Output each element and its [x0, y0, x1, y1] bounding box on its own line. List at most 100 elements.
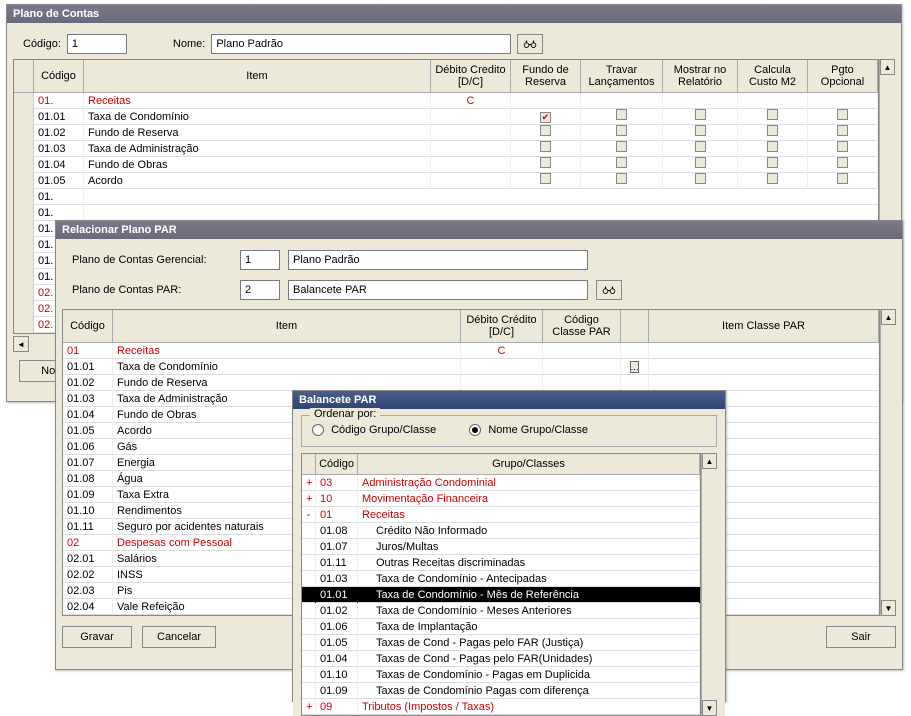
table-row[interactable]: +10Movimentação Financeira	[302, 491, 700, 507]
table-row[interactable]: 01.	[14, 205, 878, 221]
table-row[interactable]: 01.04Fundo de Obras	[14, 157, 878, 173]
expand-toggle	[302, 619, 316, 635]
table-row[interactable]: 01.04Taxas de Cond - Pagas pelo FAR(Unid…	[302, 651, 700, 667]
checkbox-calcula[interactable]	[767, 109, 778, 120]
titlebar-plano-de-contas[interactable]: Plano de Contas	[7, 5, 901, 23]
lookup-button[interactable]: ...	[630, 361, 640, 373]
checkbox-mostrar[interactable]	[695, 109, 706, 120]
table-row[interactable]: 01.08Crédito Não Informado	[302, 523, 700, 539]
table-row[interactable]: 01.07Juros/Multas	[302, 539, 700, 555]
col-trv[interactable]: Travar Lançamentos	[581, 60, 663, 92]
checkbox-calcula[interactable]	[767, 141, 778, 152]
pcp-code-input[interactable]	[240, 280, 280, 300]
expand-toggle[interactable]: -	[302, 507, 316, 523]
col-codigo[interactable]: Código	[34, 60, 84, 92]
table-row[interactable]: 01.	[14, 189, 878, 205]
table-row[interactable]: 01.11Outras Receitas discriminadas	[302, 555, 700, 571]
table-row[interactable]: 01.10Taxas de Condomínio - Pagas em Dupl…	[302, 667, 700, 683]
table-row[interactable]: 01.02Fundo de Reserva	[14, 125, 878, 141]
vertical-scrollbar[interactable]: ▲ ▼	[880, 309, 896, 616]
checkbox-pgto[interactable]	[837, 157, 848, 168]
col-pgt[interactable]: Pgto Opcional	[808, 60, 878, 92]
table-row[interactable]: 01.05Taxas de Cond - Pagas pelo FAR (Jus…	[302, 635, 700, 651]
col-grupo[interactable]: Grupo/Classes	[358, 454, 700, 474]
titlebar-relacionar[interactable]: Relacionar Plano PAR	[56, 221, 902, 239]
checkbox-travar[interactable]	[616, 125, 627, 136]
checkbox-travar[interactable]	[616, 157, 627, 168]
col-dc[interactable]: Débito Crédito [D/C]	[461, 310, 543, 342]
checkbox-travar[interactable]	[616, 141, 627, 152]
titlebar-balancete[interactable]: Balancete PAR	[293, 391, 725, 409]
sair-button[interactable]: Sair	[826, 626, 896, 648]
checkbox-fundo-reserva[interactable]	[540, 112, 551, 123]
cell-codigo: 10	[316, 491, 358, 507]
table-row[interactable]: 01.ReceitasC	[14, 93, 878, 109]
checkbox-pgto[interactable]	[837, 173, 848, 184]
checkbox-fundo-reserva[interactable]	[540, 157, 551, 168]
table-row[interactable]: 01.01Taxa de Condomínio	[14, 109, 878, 125]
col-mst[interactable]: Mostrar no Relatório	[663, 60, 738, 92]
col-dc[interactable]: Débito Credito [D/C]	[431, 60, 511, 92]
checkbox-fundo-reserva[interactable]	[540, 141, 551, 152]
pcp-name-input[interactable]	[288, 280, 588, 300]
table-row[interactable]: 01ReceitasC	[63, 343, 879, 359]
scroll-up-button[interactable]: ▲	[881, 309, 896, 325]
table-row[interactable]: 01.01Taxa de Condomínio - Mês de Referên…	[302, 587, 700, 603]
expand-toggle[interactable]: +	[302, 491, 316, 507]
table-row[interactable]: 01.03Taxa de Condomínio - Antecipadas	[302, 571, 700, 587]
search-button[interactable]	[517, 34, 543, 54]
cell-codigo: 01.06	[316, 619, 358, 635]
cancelar-button[interactable]: Cancelar	[142, 626, 216, 648]
checkbox-mostrar[interactable]	[695, 173, 706, 184]
pcg-name-input[interactable]	[288, 250, 588, 270]
vertical-scrollbar[interactable]: ▲ ▼	[701, 453, 717, 716]
checkbox-fundo-reserva[interactable]	[540, 125, 551, 136]
col-codigo[interactable]: Código	[63, 310, 113, 342]
radio-codigo[interactable]	[312, 424, 324, 436]
col-cal[interactable]: Calcula Custo M2	[738, 60, 808, 92]
checkbox-travar[interactable]	[616, 173, 627, 184]
scroll-down-button[interactable]: ▼	[881, 600, 896, 616]
table-row[interactable]: 01.02Taxa de Condomínio - Meses Anterior…	[302, 603, 700, 619]
col-codigo-classe[interactable]: Código Classe PAR	[543, 310, 621, 342]
table-row[interactable]: 01.03Taxa de Administração	[14, 141, 878, 157]
checkbox-calcula[interactable]	[767, 125, 778, 136]
col-codigo[interactable]: Código	[316, 454, 358, 474]
radio-nome[interactable]	[469, 424, 481, 436]
table-row[interactable]: 01.06Taxa de Implantação	[302, 619, 700, 635]
table-row[interactable]: 01.05Acordo	[14, 173, 878, 189]
cell-codigo: 01.07	[316, 539, 358, 555]
col-item[interactable]: Item	[84, 60, 431, 92]
col-item-classe[interactable]: Item Classe PAR	[649, 310, 879, 342]
checkbox-pgto[interactable]	[837, 141, 848, 152]
table-row[interactable]: 01.02Fundo de Reserva	[63, 375, 879, 391]
scroll-up-button[interactable]: ▲	[702, 453, 717, 469]
search-button-par[interactable]	[596, 280, 622, 300]
checkbox-pgto[interactable]	[837, 109, 848, 120]
checkbox-mostrar[interactable]	[695, 141, 706, 152]
scroll-up-button[interactable]: ▲	[880, 59, 895, 75]
table-row[interactable]: 01.09Taxas de Condomínio Pagas com difer…	[302, 683, 700, 699]
gravar-button[interactable]: Gravar	[62, 626, 132, 648]
checkbox-travar[interactable]	[616, 109, 627, 120]
checkbox-pgto[interactable]	[837, 125, 848, 136]
table-row[interactable]: -01Receitas	[302, 507, 700, 523]
scroll-down-button[interactable]: ▼	[702, 700, 717, 716]
expand-toggle[interactable]: +	[302, 475, 316, 491]
pcg-code-input[interactable]	[240, 250, 280, 270]
table-row[interactable]: 01.01Taxa de Condomínio...	[63, 359, 879, 375]
checkbox-mostrar[interactable]	[695, 125, 706, 136]
table-row[interactable]: +09Tributos (Impostos / Taxas)	[302, 699, 700, 715]
radio-nome-label[interactable]: Nome Grupo/Classe	[469, 424, 588, 436]
checkbox-fundo-reserva[interactable]	[540, 173, 551, 184]
radio-codigo-label[interactable]: Código Grupo/Classe	[312, 424, 439, 436]
checkbox-calcula[interactable]	[767, 157, 778, 168]
col-fr[interactable]: Fundo de Reserva	[511, 60, 581, 92]
table-row[interactable]: +03Administração Condominial	[302, 475, 700, 491]
nome-input[interactable]	[211, 34, 511, 54]
scroll-left-button[interactable]: ◄	[13, 336, 29, 352]
col-item[interactable]: Item	[113, 310, 461, 342]
checkbox-calcula[interactable]	[767, 173, 778, 184]
codigo-input[interactable]	[67, 34, 127, 54]
checkbox-mostrar[interactable]	[695, 157, 706, 168]
